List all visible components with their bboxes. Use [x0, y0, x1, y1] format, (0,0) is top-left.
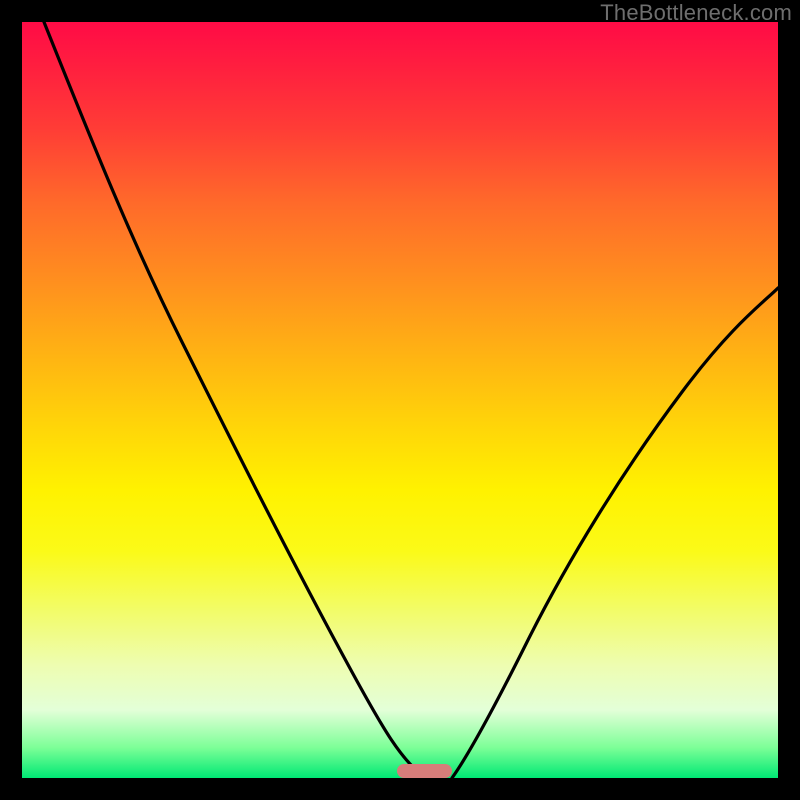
- plot-area: [22, 22, 778, 778]
- right-branch-curve: [452, 288, 778, 778]
- left-branch-curve: [44, 22, 426, 778]
- watermark-text: TheBottleneck.com: [600, 0, 792, 26]
- curve-layer: [22, 22, 778, 778]
- optimal-marker: [397, 764, 452, 778]
- chart-stage: TheBottleneck.com: [0, 0, 800, 800]
